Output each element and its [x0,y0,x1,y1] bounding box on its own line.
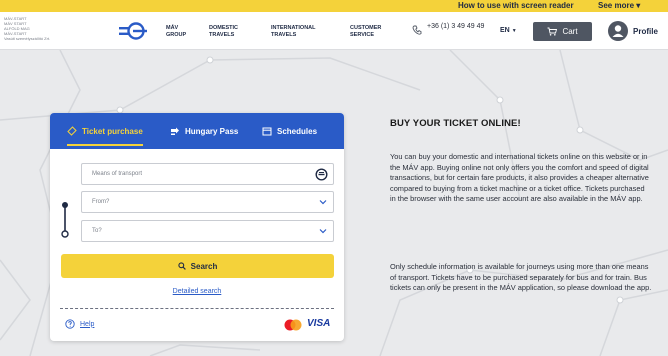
to-placeholder: To? [92,228,102,234]
language-selector[interactable]: EN ▼ [500,27,517,34]
mav-logo-icon[interactable] [119,22,147,40]
calendar-icon [262,127,272,136]
visa-logo: VISA [307,318,331,329]
tab-schedules[interactable]: Schedules [262,113,317,149]
pass-icon [171,127,179,135]
to-select[interactable]: To? [81,220,334,242]
cart-button[interactable]: Cart [533,22,592,41]
widget-tabs: Ticket purchase Hungary Pass Schedules [50,113,344,149]
nav-domestic-travels[interactable]: DOMESTIC TRAVELS [209,25,238,39]
site-header: MÁV-START MÁV START ALFÖLD MAG MÁV-START… [0,12,668,50]
caret-down-icon: ▼ [511,28,517,34]
ticket-icon [67,126,77,136]
user-icon [612,25,624,37]
see-more-dropdown[interactable]: See more ▾ [598,1,640,10]
profile-link[interactable]: Profile [633,27,658,36]
tab-hungary-pass[interactable]: Hungary Pass [170,113,238,149]
from-placeholder: From? [92,199,110,205]
means-of-transport-select[interactable]: Means of transport [81,163,334,185]
phone-number[interactable]: +36 (1) 3 49 49 49 [427,22,485,32]
nav-international-travels[interactable]: INTERNATIONAL TRAVELS [271,25,316,39]
info-paragraph-2: Only schedule information is available f… [390,262,652,292]
help-link[interactable]: Help [65,319,94,329]
page-heading: BUY YOUR TICKET ONLINE! [390,118,521,129]
screen-reader-link[interactable]: How to use with screen reader [458,1,574,10]
widget-divider [60,308,334,309]
ticket-widget: Ticket purchase Hungary Pass Schedules M… [50,113,344,341]
search-icon [178,262,186,270]
from-select[interactable]: From? [81,191,334,213]
mastercard-logo-icon [284,319,302,331]
info-content: BUY YOUR TICKET ONLINE! You can buy your… [390,118,652,292]
help-icon [65,319,75,329]
cart-icon [547,27,558,36]
chevron-down-icon [319,229,327,234]
route-line-icon [61,202,69,238]
means-of-transport-placeholder: Means of transport [92,171,143,177]
nav-customer-service[interactable]: CUSTOMER SERVICE [350,25,381,39]
chevron-down-icon [319,200,327,205]
transport-toggle-icon[interactable] [315,168,328,181]
search-button[interactable]: Search [61,254,334,278]
nav-mav-group[interactable]: MÁV GROUP [166,25,186,39]
phone-icon [412,25,422,35]
company-info-text: MÁV-START MÁV START ALFÖLD MAG MÁV-START… [4,16,51,41]
info-paragraph-1: You can buy your domestic and internatio… [390,152,649,203]
accessibility-bar: How to use with screen reader See more ▾ [0,0,668,12]
tab-ticket-purchase[interactable]: Ticket purchase [67,113,143,149]
detailed-search-link[interactable]: Detailed search [50,288,344,295]
profile-avatar[interactable] [608,21,628,41]
